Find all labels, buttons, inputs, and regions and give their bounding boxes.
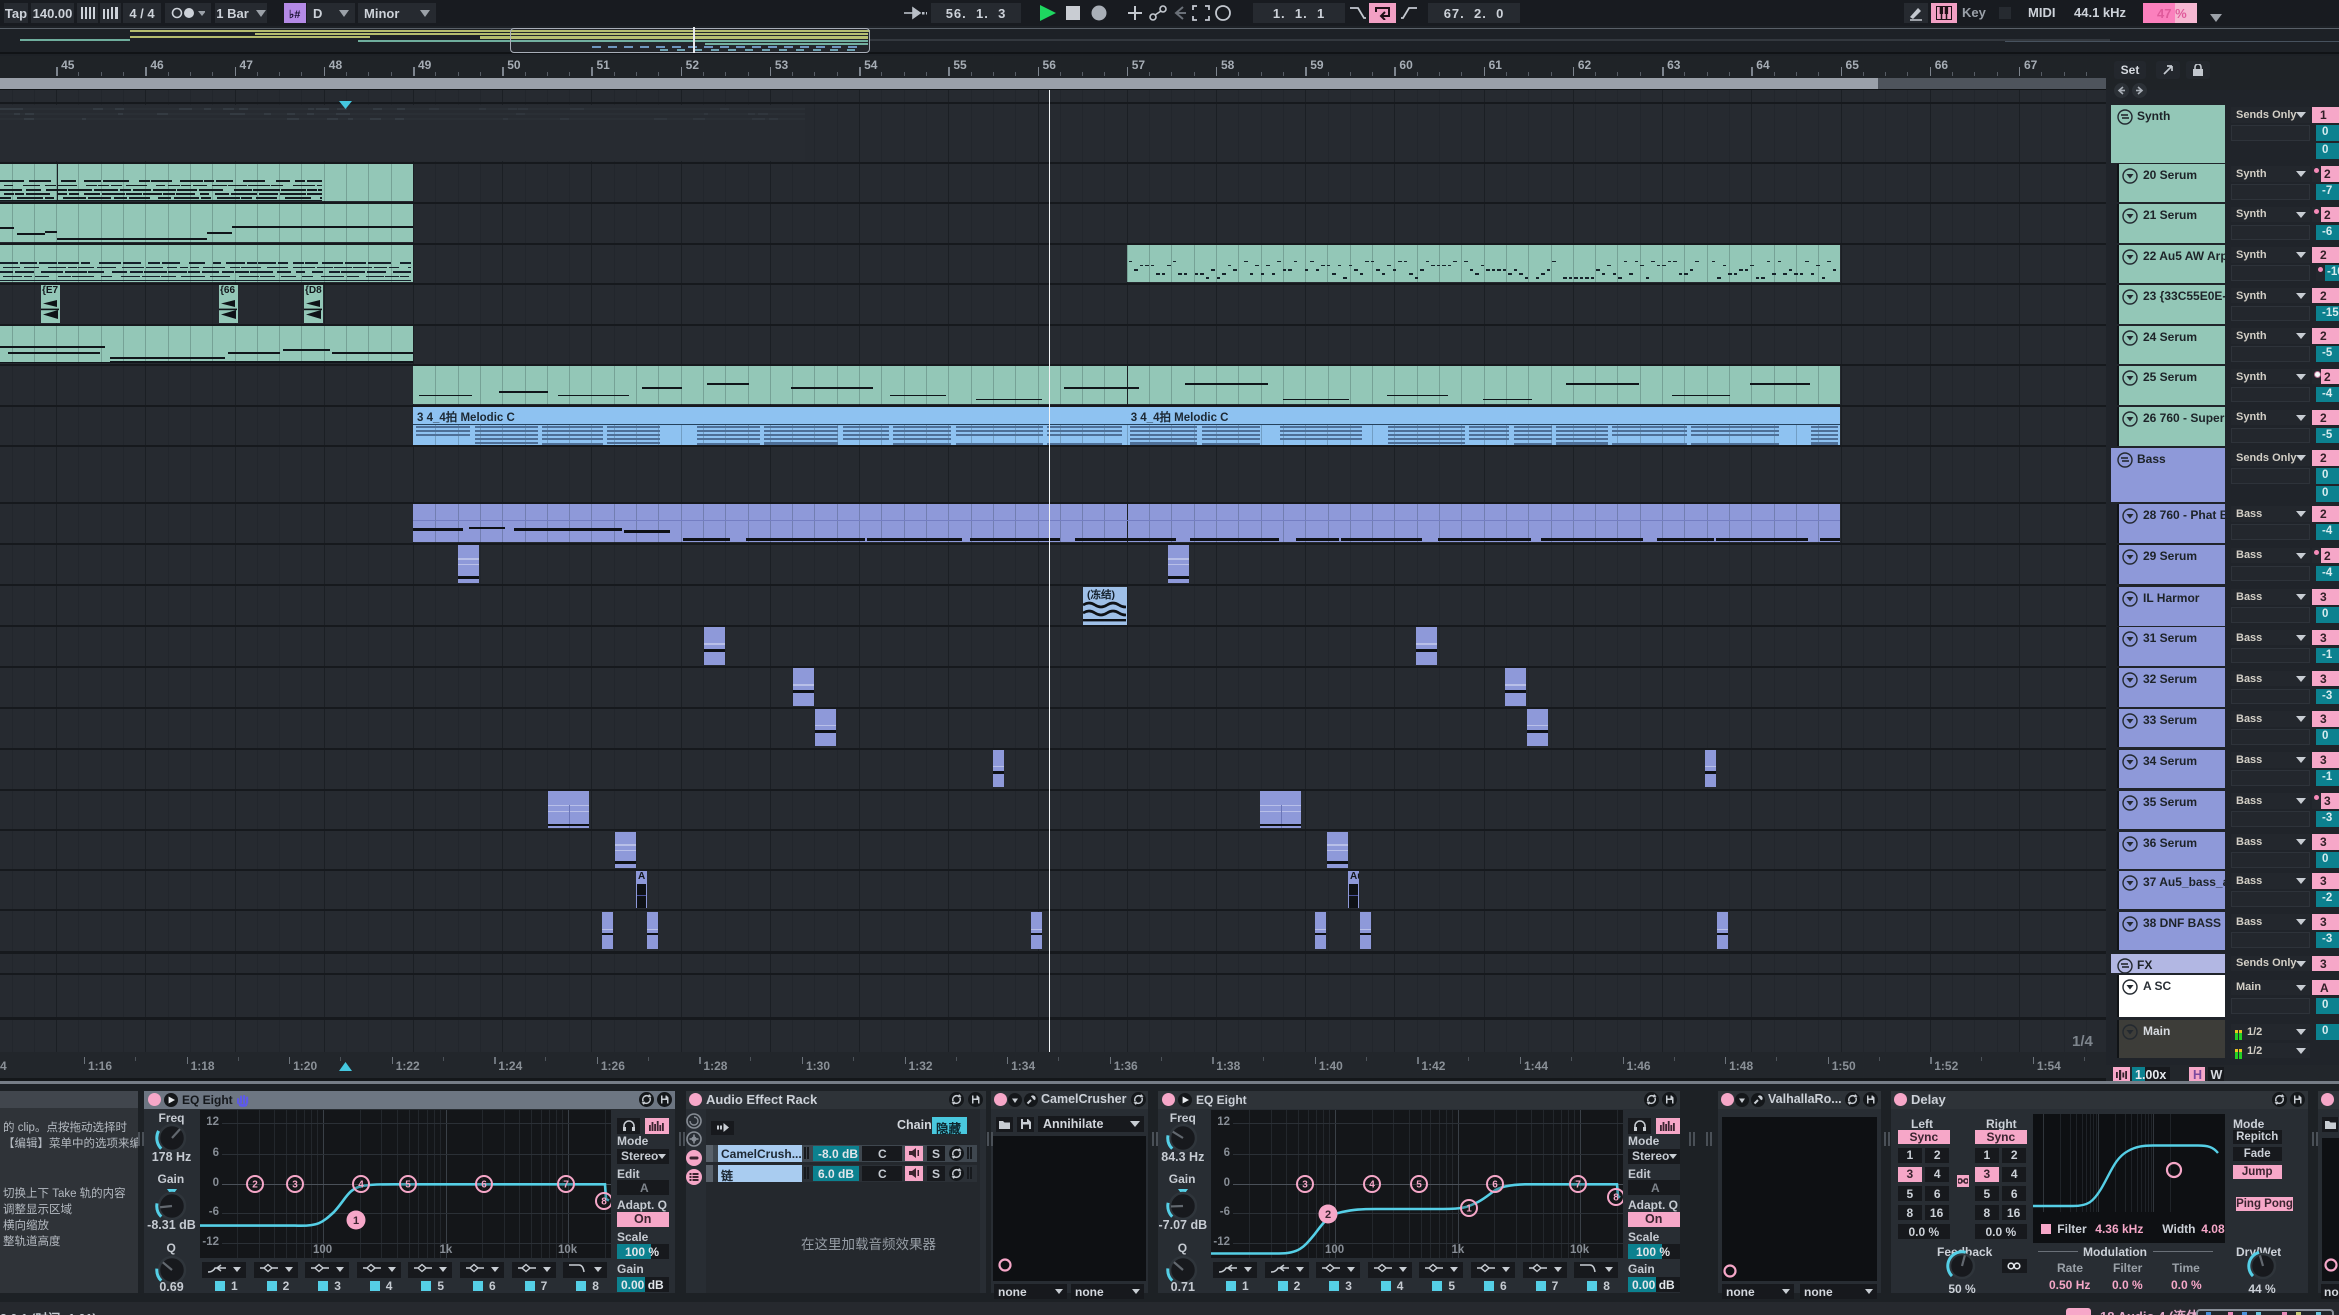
svg-text:5: 5 [406, 1179, 412, 1190]
svg-text:6: 6 [1492, 1179, 1498, 1190]
svg-text:5: 5 [1417, 1179, 1423, 1190]
svg-text:8: 8 [601, 1196, 607, 1207]
svg-text:8: 8 [1614, 1193, 1620, 1204]
svg-text:6: 6 [481, 1179, 487, 1190]
svg-text:3: 3 [293, 1179, 299, 1190]
svg-text:♭#: ♭# [289, 9, 300, 20]
svg-text:7: 7 [1575, 1179, 1581, 1190]
svg-text:4: 4 [1369, 1179, 1375, 1190]
svg-text:1: 1 [352, 1215, 358, 1227]
svg-text:2: 2 [252, 1179, 258, 1190]
svg-text:2: 2 [1325, 1209, 1331, 1221]
svg-text:1: 1 [1466, 1204, 1472, 1215]
svg-text:3: 3 [1302, 1179, 1308, 1190]
svg-text:7: 7 [563, 1179, 569, 1190]
svg-text:4: 4 [358, 1179, 364, 1190]
